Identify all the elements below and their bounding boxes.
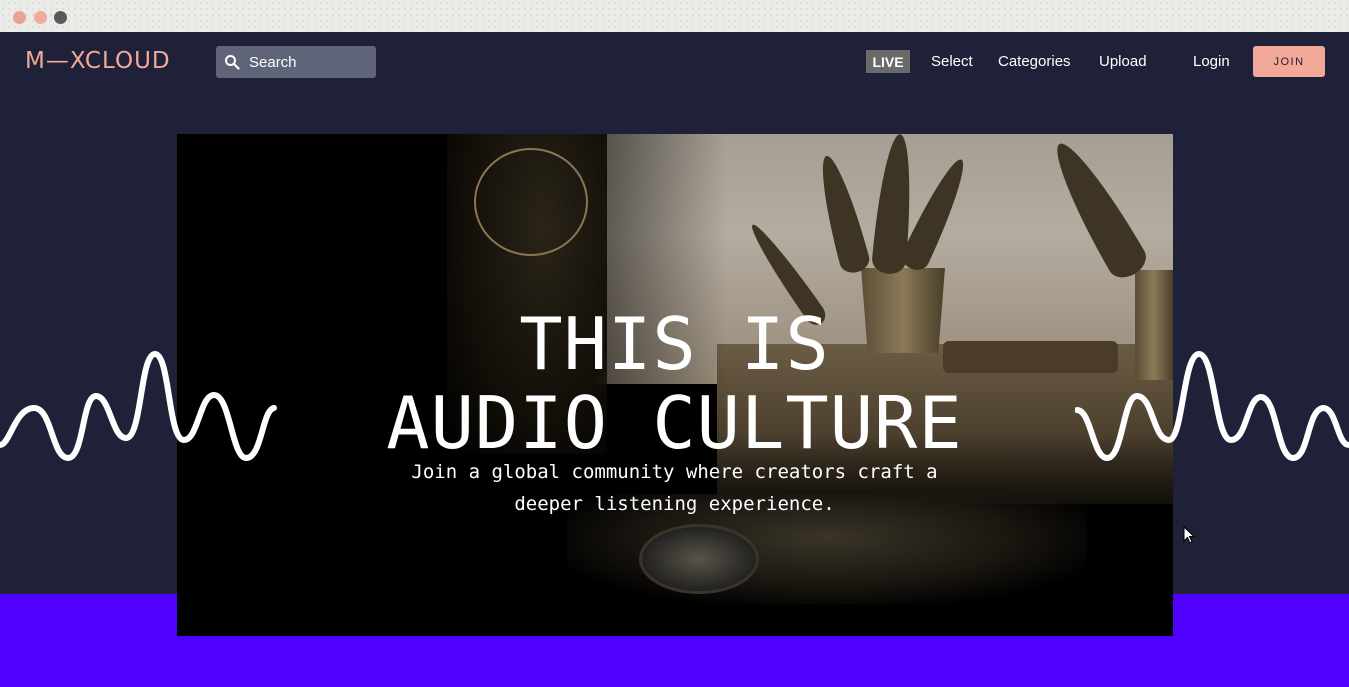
hero-subheading-line1: Join a global community where creators c… [411, 461, 938, 483]
nav-categories[interactable]: Categories [998, 53, 1071, 70]
mouse-cursor-icon [1183, 526, 1195, 544]
window-close-button[interactable] [13, 11, 26, 24]
image-turntable-platter [639, 524, 759, 594]
window-minimize-button[interactable] [34, 11, 47, 24]
hero-headline-line2: AUDIO CULTURE [386, 381, 963, 465]
hero-subheading-line2: deeper listening experience. [514, 493, 835, 515]
join-button[interactable]: JOIN [1253, 46, 1325, 77]
search-placeholder: Search [249, 54, 297, 71]
nav-select[interactable]: Select [931, 53, 973, 70]
mixcloud-logo[interactable]: M—XCLOUD [25, 48, 171, 74]
search-input[interactable]: Search [216, 46, 376, 78]
top-navbar: M—XCLOUD Search LIVE Select Categories U… [0, 32, 1349, 92]
hero-headline-line1: THIS IS [519, 302, 830, 386]
window-maximize-button[interactable] [54, 11, 67, 24]
live-link[interactable]: LIVE [866, 50, 910, 73]
image-earring [474, 148, 588, 256]
search-icon [225, 55, 240, 70]
nav-upload[interactable]: Upload [1099, 53, 1147, 70]
window-titlebar [0, 0, 1349, 32]
login-link[interactable]: Login [1193, 53, 1230, 70]
